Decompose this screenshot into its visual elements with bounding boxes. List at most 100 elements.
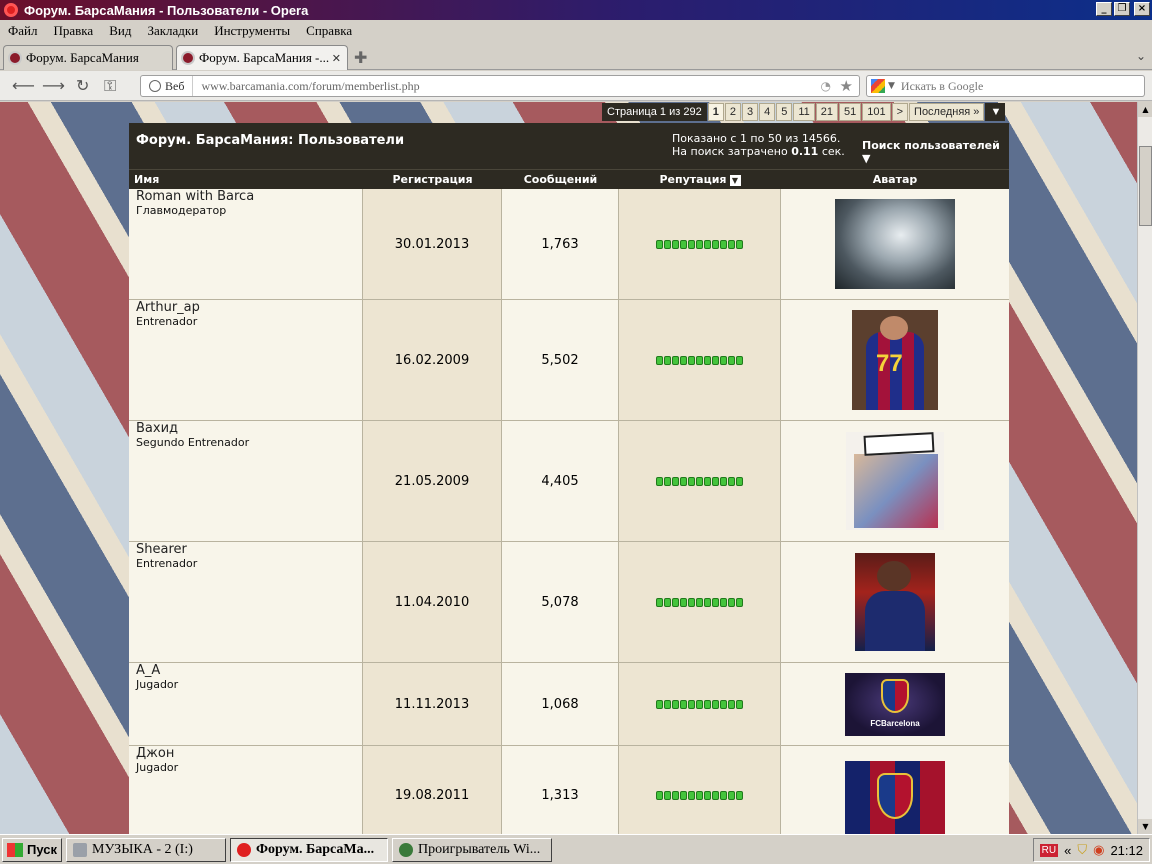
tab-bar: Форум. БарсаМания Форум. БарсаМания -...… (0, 42, 1152, 70)
user-rank: Segundo Entrenador (136, 436, 250, 449)
shield-icon[interactable]: ⛉ (1077, 842, 1087, 858)
reputation-pip (664, 699, 671, 709)
restore-button[interactable]: ❐ (1114, 2, 1130, 16)
reputation-pip (656, 699, 663, 709)
tab-label: Форум. БарсаМания (26, 50, 139, 65)
cell-reputation (619, 300, 781, 420)
cell-name: Roman with Barca Главмодератор (129, 189, 363, 299)
minimize-button[interactable]: _ (1096, 2, 1112, 16)
search-placeholder[interactable]: Искать в Google (901, 79, 983, 94)
col-name[interactable]: Имя (129, 173, 363, 186)
new-tab-icon[interactable]: ✚ (354, 48, 367, 67)
scroll-thumb[interactable] (1139, 146, 1152, 226)
page-link[interactable]: 2 (724, 103, 741, 121)
page-link[interactable]: 3 (741, 103, 759, 121)
key-icon[interactable]: ⚿ (104, 76, 116, 96)
barca-jersey-77-avatar: 77 (852, 310, 938, 410)
start-button[interactable]: Пуск (2, 837, 62, 862)
scroll-down-icon[interactable]: ▼ (1138, 819, 1152, 834)
menu-file[interactable]: Файл (8, 23, 38, 39)
cell-avatar: 77 (781, 300, 1009, 420)
reputation-pip (680, 355, 687, 365)
col-reputation[interactable]: Репутация ▼ (619, 173, 781, 186)
tab-list-chevron-down-icon[interactable]: ⌄ (1136, 49, 1146, 63)
reputation-pip (712, 597, 719, 607)
forward-icon[interactable]: ⟶ (42, 76, 65, 95)
reputation-pip (728, 791, 735, 800)
menu-tools[interactable]: Инструменты (214, 23, 290, 39)
cell-registration: 30.01.2013 (363, 189, 502, 299)
rss-icon[interactable]: ◔ (821, 79, 831, 93)
page-link[interactable]: 51 (838, 103, 862, 121)
language-indicator[interactable]: RU (1039, 843, 1059, 857)
drive-icon (73, 842, 87, 857)
tab-2[interactable]: Форум. БарсаМания -... ✕ (176, 45, 348, 70)
cell-name: Arthur_ap Entrenador (129, 300, 363, 420)
scroll-up-icon[interactable]: ▲ (1138, 102, 1152, 117)
reputation-pip (736, 699, 743, 709)
username-link[interactable]: A_A (136, 663, 160, 678)
search-users-button[interactable]: Поиск пользователей ▼ (862, 139, 1009, 165)
reputation-pip (704, 699, 711, 709)
username-link[interactable]: Arthur_ap (136, 300, 200, 315)
search-box[interactable]: ▼ Искать в Google (866, 75, 1145, 97)
taskbar-item-music[interactable]: МУЗЫКА - 2 (I:) (66, 837, 226, 862)
page-link[interactable]: 21 (815, 103, 838, 121)
page-link[interactable]: 4 (759, 103, 776, 121)
user-rank: Jugador (136, 678, 179, 691)
menu-edit[interactable]: Правка (54, 23, 94, 39)
address-bar[interactable]: Веб www.barcamania.com/forum/memberlist.… (140, 75, 860, 97)
clock: 21:12 (1110, 842, 1143, 858)
menu-help[interactable]: Справка (306, 23, 352, 39)
reputation-bar (656, 355, 743, 365)
page-link[interactable]: 101 (862, 103, 891, 121)
cell-avatar (781, 746, 1009, 834)
username-link[interactable]: Shearer (136, 542, 187, 557)
close-button[interactable]: × (1134, 2, 1150, 16)
silver-surfer-avatar (835, 199, 955, 289)
reputation-pip (728, 476, 735, 486)
search-engine-dropdown-icon[interactable]: ▼ (888, 81, 895, 91)
address-scope[interactable]: Веб (141, 76, 194, 96)
reputation-pip (656, 476, 663, 486)
taskbar-item-player[interactable]: Проигрыватель Wi... (392, 837, 552, 862)
reputation-pip (672, 355, 679, 365)
reputation-pip (704, 476, 711, 486)
reputation-pip (736, 239, 743, 249)
menu-view[interactable]: Вид (109, 23, 131, 39)
col-posts[interactable]: Сообщений (502, 173, 619, 186)
address-scope-label: Веб (165, 78, 185, 93)
page-link-current[interactable]: 1 (707, 103, 724, 121)
taskbar-item-opera[interactable]: Форум. БарсаМа... (230, 837, 388, 862)
vertical-scrollbar[interactable]: ▲ ▼ (1137, 102, 1152, 834)
page-jump-dropdown-icon[interactable]: ▼ (985, 103, 1006, 121)
tray-expand-icon[interactable]: « (1064, 843, 1071, 858)
back-icon[interactable]: ⟵ (12, 76, 35, 95)
username-link[interactable]: Roman with Barca (136, 189, 254, 204)
task-label: Проигрыватель Wi... (418, 841, 541, 857)
reload-icon[interactable]: ↻ (76, 76, 89, 95)
page-title: Форум. БарсаМания: Пользователи (136, 133, 405, 148)
reputation-pip (672, 239, 679, 249)
table-row: A_A Jugador 11.11.2013 1,068 FCBarcelona (129, 663, 1009, 746)
task-label: МУЗЫКА - 2 (I:) (92, 841, 193, 857)
antivirus-icon[interactable]: ◉ (1093, 842, 1104, 858)
sort-desc-icon[interactable]: ▼ (729, 174, 741, 186)
menu-bookmarks[interactable]: Закладки (147, 23, 198, 39)
tab-1[interactable]: Форум. БарсаМания (3, 45, 173, 70)
page-link[interactable]: 11 (793, 103, 815, 121)
page-last-link[interactable]: Последняя » (909, 103, 985, 121)
bookmark-star-icon[interactable]: ★ (840, 77, 853, 95)
username-link[interactable]: Вахид (136, 421, 178, 436)
address-url[interactable]: www.barcamania.com/forum/memberlist.php (193, 79, 419, 94)
close-tab-icon[interactable]: ✕ (332, 52, 341, 65)
reputation-pip (680, 699, 687, 709)
page-link[interactable]: 5 (776, 103, 793, 121)
col-registration[interactable]: Регистрация (363, 173, 502, 186)
cell-name: Вахид Segundo Entrenador (129, 421, 363, 541)
username-link[interactable]: Джон (136, 746, 174, 761)
page-viewport: Страница 1 из 292 1 2 3 4 5 11 21 51 101… (0, 102, 1137, 834)
column-headers: Имя Регистрация Сообщений Репутация ▼ Ава… (129, 169, 1009, 189)
page-next-link[interactable]: > (891, 103, 909, 121)
barcamania-favicon-icon (181, 51, 195, 65)
